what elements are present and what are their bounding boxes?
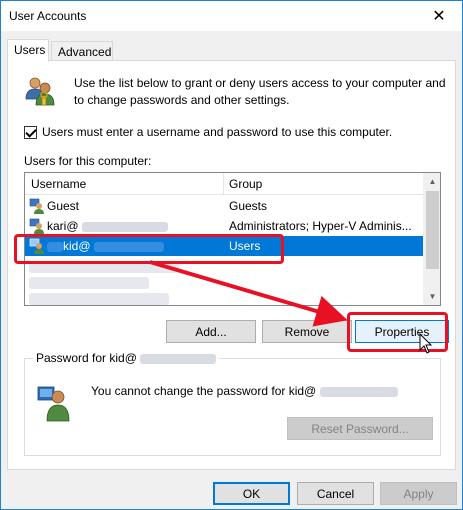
group-cell: Users [229, 239, 261, 253]
require-login-label: Users must enter a username and password… [42, 125, 393, 139]
table-row[interactable]: kari@ Administrators; Hyper-V Adminis... [25, 216, 423, 236]
remove-button[interactable]: Remove [262, 320, 352, 343]
group-cell: Guests [229, 199, 268, 213]
username-cell: kid@ [47, 239, 221, 253]
tab-users[interactable]: Users [7, 39, 49, 62]
redacted-text [47, 241, 63, 252]
password-groupbox: Password for kid@ You cannot change the … [24, 351, 441, 456]
group-cell: Administrators; Hyper-V Adminis... [229, 219, 412, 233]
ok-button[interactable]: OK [213, 482, 290, 505]
redacted-text [140, 353, 217, 364]
scroll-down-button[interactable]: ▼ [424, 288, 440, 305]
user-icon [29, 198, 44, 214]
scroll-thumb[interactable] [426, 191, 439, 269]
reset-password-button[interactable]: Reset Password... [287, 417, 433, 440]
password-group-legend: Password for kid@ [33, 351, 220, 365]
users-list-label: Users for this computer: [24, 154, 152, 168]
blurred-row [29, 277, 149, 289]
username-cell: Guest [47, 199, 80, 213]
listview-scrollbar[interactable]: ▲ ▼ [423, 173, 440, 305]
redacted-text [81, 221, 168, 232]
properties-button[interactable]: Properties [355, 320, 449, 343]
blurred-row [29, 261, 179, 273]
chevron-down-icon: ▼ [428, 292, 437, 301]
table-row-selected[interactable]: kid@ Users [25, 236, 423, 256]
close-button[interactable]: ✕ [416, 1, 462, 31]
mouse-cursor-icon [419, 333, 433, 354]
user-accounts-window: User Accounts ✕ Users Advanced Use the l… [0, 0, 463, 510]
username-cell: kari@ [47, 219, 221, 233]
require-login-checkbox[interactable] [24, 125, 37, 139]
cancel-button[interactable]: Cancel [297, 482, 374, 505]
title-bar: User Accounts ✕ [1, 1, 462, 31]
column-separator[interactable] [223, 173, 224, 195]
redacted-text [93, 241, 164, 252]
window-title: User Accounts [9, 9, 87, 23]
chevron-up-icon: ▲ [428, 177, 437, 186]
require-login-row[interactable]: Users must enter a username and password… [24, 125, 392, 139]
blurred-row [29, 293, 169, 305]
tab-advanced[interactable]: Advanced [51, 41, 113, 61]
users-tab-panel: Use the list below to grant or deny user… [7, 60, 456, 470]
users-group-icon [25, 77, 55, 106]
column-username[interactable]: Username [31, 177, 86, 191]
add-button[interactable]: Add... [166, 320, 256, 343]
table-row[interactable]: Guest Guests [25, 196, 423, 216]
scroll-up-button[interactable]: ▲ [424, 173, 440, 190]
listview-header: Username Group [25, 173, 423, 195]
intro-text: Use the list below to grant or deny user… [74, 76, 446, 107]
users-listview[interactable]: Username Group Guest Guests kari@ Admini… [24, 172, 441, 306]
apply-button[interactable]: Apply [380, 482, 457, 505]
redacted-text [319, 386, 398, 397]
user-icon [29, 238, 44, 254]
user-password-icon [37, 386, 70, 422]
column-group[interactable]: Group [229, 177, 262, 191]
close-icon: ✕ [432, 8, 446, 25]
user-icon [29, 218, 44, 234]
password-message: You cannot change the password for kid@ [91, 384, 398, 398]
